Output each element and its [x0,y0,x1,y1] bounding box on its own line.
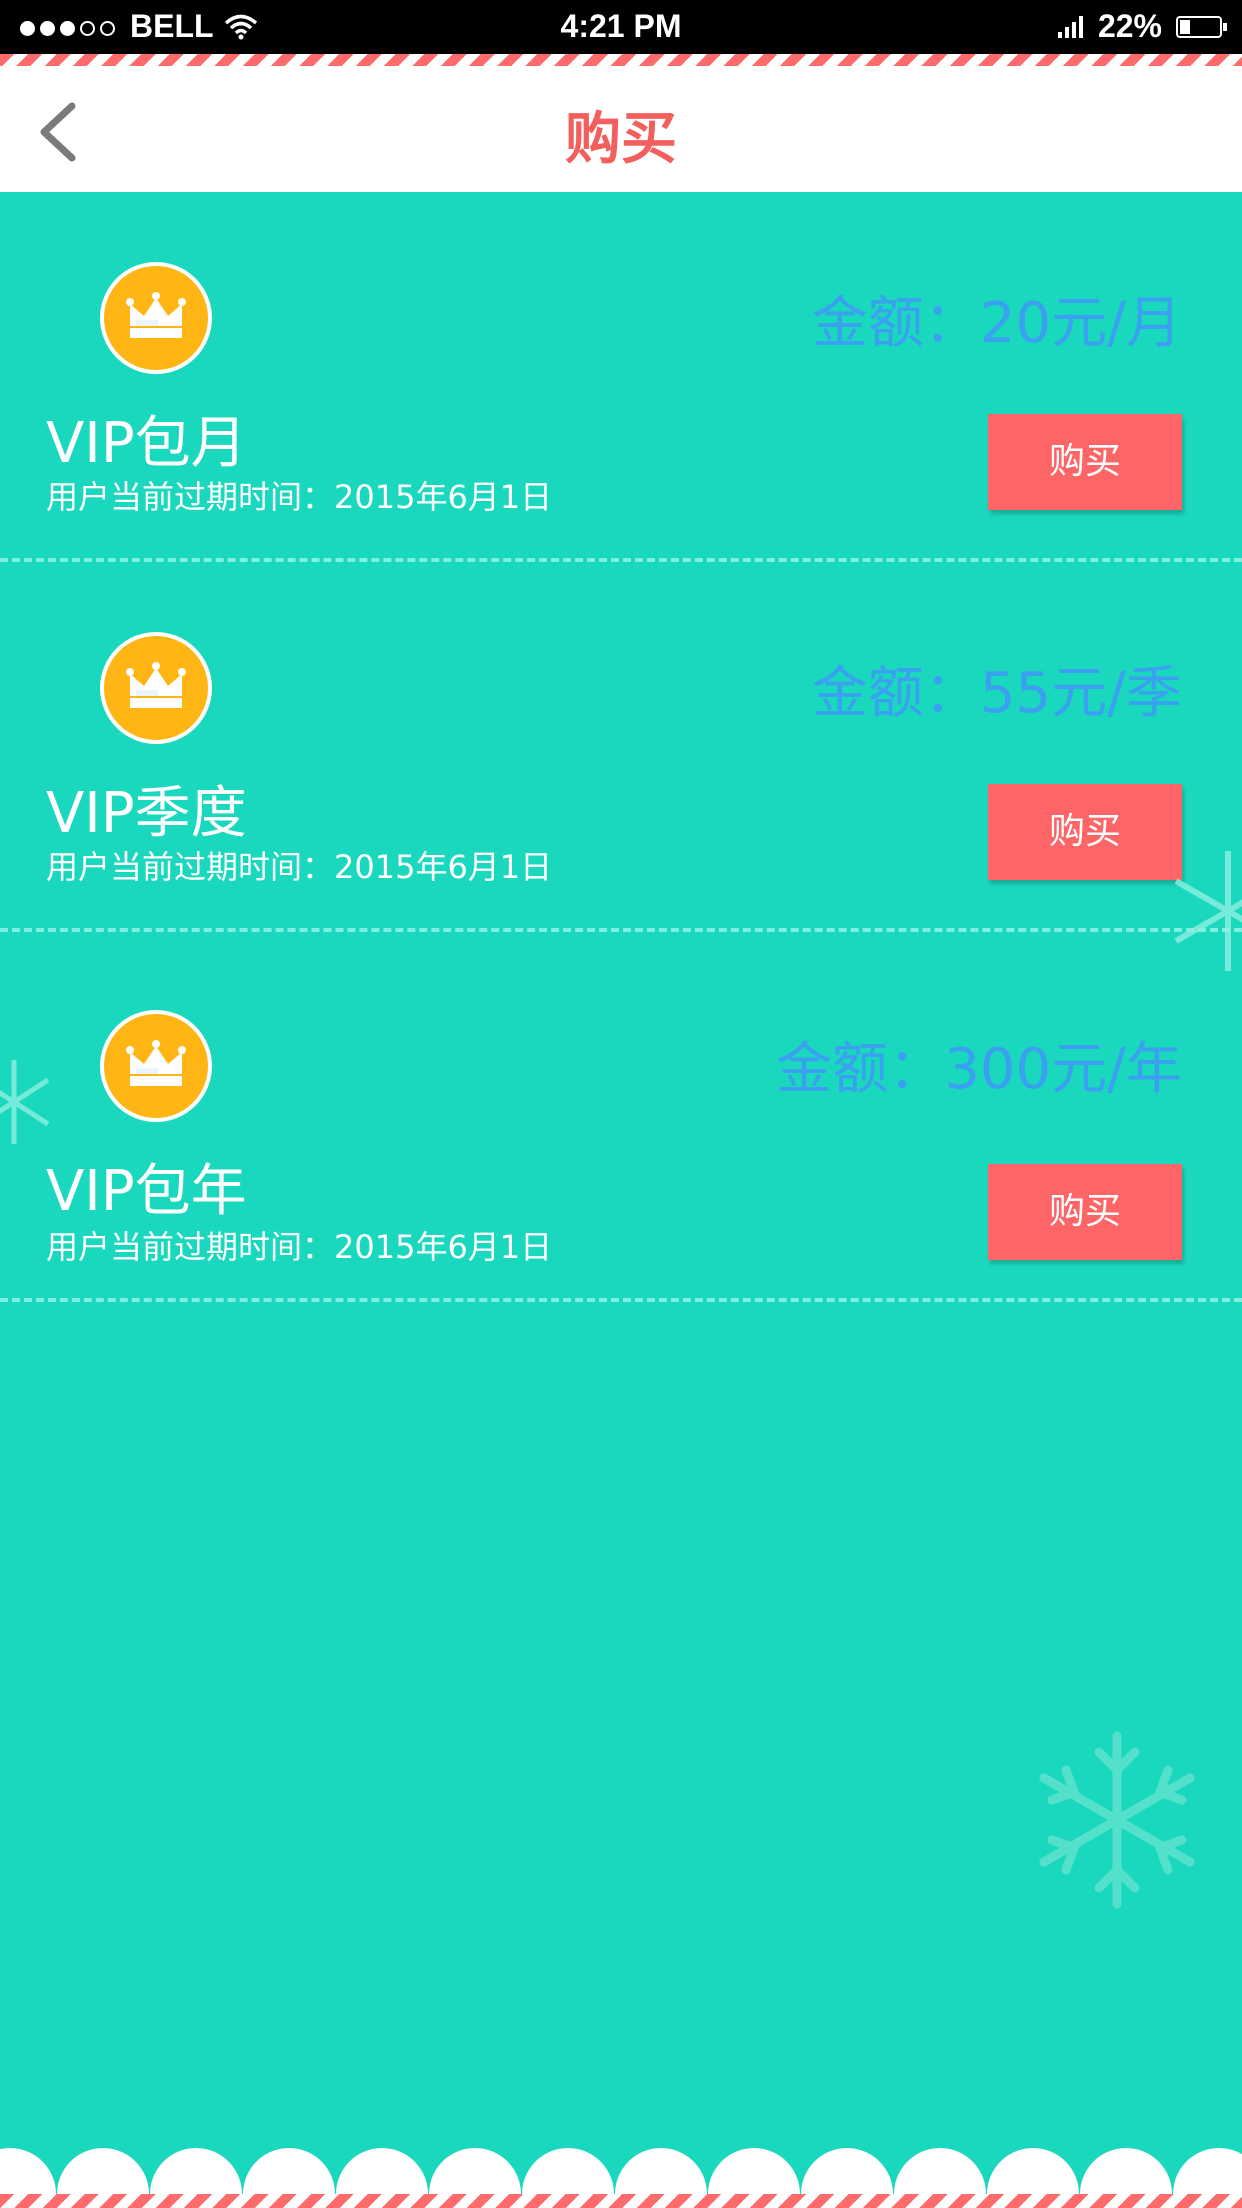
plan-price: 金额：20元/月 [811,291,1182,356]
snowflake-icon [1174,851,1242,971]
plan-item-monthly: 金额：20元/月 VIP包月 用户当前过期时间：2015年6月1日 购买 [0,192,1242,562]
plan-expiry: 用户当前过期时间：2015年6月1日 [46,478,553,516]
buy-button[interactable]: 购买 [988,1164,1182,1260]
snowflake-icon [1039,1731,1195,1909]
battery-icon [1176,15,1227,38]
plan-expiry: 用户当前过期时间：2015年6月1日 [46,848,553,886]
plan-price: 金额：55元/季 [811,661,1182,726]
decorative-stripe [0,2194,1242,2208]
status-time: 4:21 PM [560,8,682,44]
decorative-stripe [0,54,1242,66]
plan-item-quarterly: 金额：55元/季 VIP季度 用户当前过期时间：2015年6月1日 购买 [0,562,1242,932]
nav-bar: 购买 [0,66,1242,192]
plan-item-yearly: 金额：300元/年 VIP包年 用户当前过期时间：2015年6月1日 购买 [0,932,1242,1302]
snowflake-icon [0,1060,50,1144]
battery-percent: 22% [1097,8,1162,44]
plan-expiry: 用户当前过期时间：2015年6月1日 [46,1228,553,1266]
crown-icon [100,632,212,744]
plan-title: VIP包月 [46,411,247,476]
plan-title: VIP季度 [46,781,247,846]
status-right: 22% [1057,8,1227,45]
buy-button[interactable]: 购买 [988,414,1182,510]
buy-button[interactable]: 购买 [988,784,1182,880]
plan-price: 金额：300元/年 [776,1037,1182,1102]
page-title: 购买 [565,107,677,172]
crown-icon [100,262,212,374]
status-bar: BELL 4:21 PM 22% [0,0,1242,54]
plan-title: VIP包年 [46,1159,247,1224]
crown-icon [100,1010,212,1122]
cell-signal-icon [1057,15,1083,38]
